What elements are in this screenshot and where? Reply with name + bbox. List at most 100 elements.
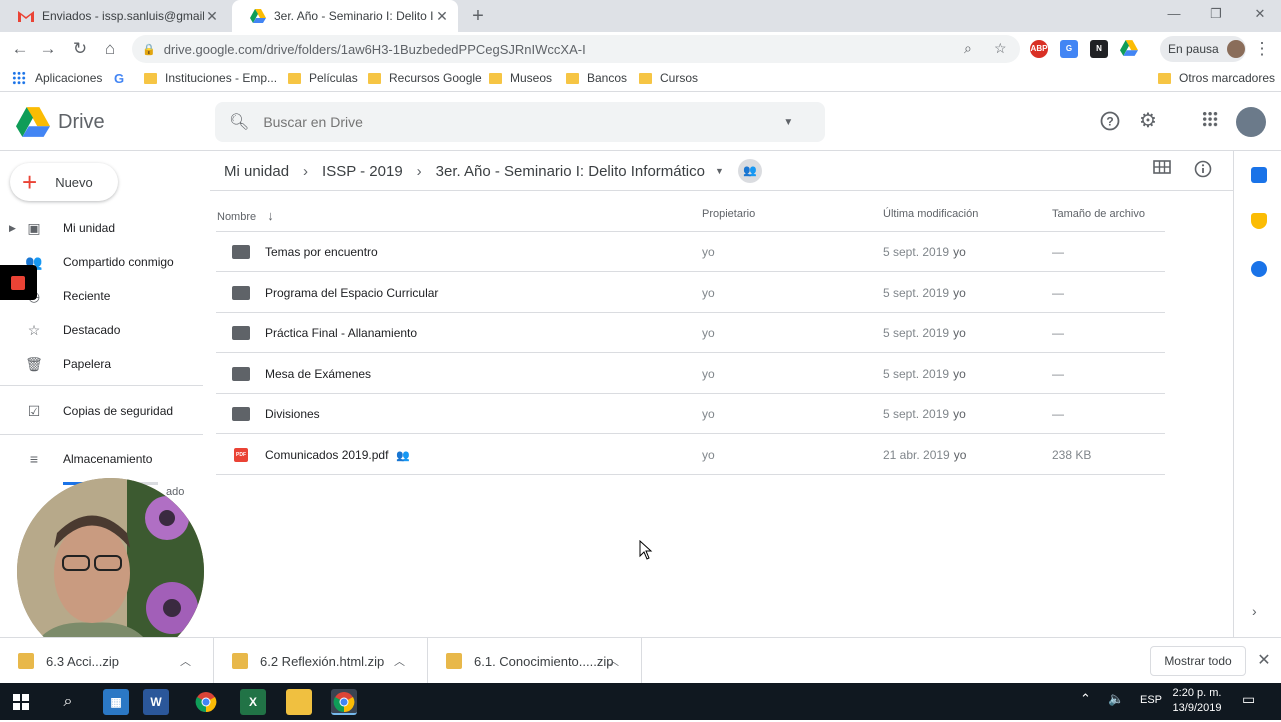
bookmark-item[interactable]: Recursos Google (368, 71, 482, 85)
tab-title: 3er. Año - Seminario I: Delito Informáti… (274, 9, 434, 23)
translate-icon[interactable]: G (1060, 40, 1078, 58)
tab-gmail[interactable]: Enviados - issp.sanluis@gmail.com ✕ (0, 0, 230, 32)
search-options-icon[interactable]: ▼ (783, 117, 793, 128)
calendar-icon[interactable] (1251, 167, 1267, 183)
mouse-cursor (639, 539, 653, 565)
gear-icon[interactable]: ⚙ (1136, 109, 1160, 133)
chevron-up-icon[interactable]: ︿ (394, 653, 405, 669)
breadcrumb-item[interactable]: Mi unidad (224, 163, 289, 180)
chevron-up-icon[interactable]: ︿ (180, 653, 191, 669)
bookmark-other[interactable]: Otros marcadores (1158, 71, 1275, 85)
back-icon[interactable]: ← (8, 37, 32, 61)
chevron-right-icon[interactable]: › (1252, 603, 1257, 619)
gmail-icon (18, 8, 34, 24)
info-icon[interactable] (1191, 160, 1215, 182)
file-name: Divisiones (265, 407, 320, 421)
excel-icon[interactable]: X (240, 689, 266, 715)
bookmark-item[interactable]: Bancos (566, 71, 627, 85)
tab-drive-active[interactable]: 3er. Año - Seminario I: Delito Informáti… (232, 0, 458, 32)
storage-icon: ≡ (29, 451, 39, 467)
clock[interactable]: 2:20 p. m. 13/9/2019 (1168, 686, 1226, 716)
forward-icon[interactable]: → (36, 37, 60, 61)
record-button[interactable] (0, 265, 37, 300)
word-icon[interactable]: W (143, 689, 169, 715)
reload-icon[interactable]: ↻ (68, 37, 92, 61)
time: 2:20 p. m. (1172, 687, 1222, 699)
table-row[interactable]: Divisiones yo 5 sept. 2019 yo — (216, 394, 1165, 434)
omnibox[interactable]: 🔒 drive.google.com/drive/folders/1aw6H3-… (132, 35, 1020, 63)
google-icon[interactable]: G (114, 71, 124, 86)
chevron-up-icon[interactable]: ︿ (608, 653, 619, 669)
sidebar-item-starred[interactable]: ☆ Destacado (0, 313, 205, 347)
table-row[interactable]: Mesa de Exámenes yo 5 sept. 2019 yo — (216, 354, 1165, 394)
grid-view-icon[interactable] (1150, 160, 1174, 182)
sidebar-item-my-drive[interactable]: ▣ Mi unidad (0, 211, 205, 245)
file-explorer-icon[interactable] (286, 689, 312, 715)
windows-start-icon[interactable] (8, 689, 34, 715)
column-header-modified: Última modificación (883, 208, 979, 220)
column-header-name[interactable]: Nombre ↓ (217, 208, 274, 223)
notifications-icon[interactable]: ▭ (1242, 691, 1255, 708)
download-item[interactable]: 6.2 Reflexión.html.zip ︿ (214, 638, 428, 684)
sidebar-item-trash[interactable]: 🗑 Papelera (0, 347, 205, 381)
apps-grid-icon[interactable] (1198, 111, 1222, 135)
taskbar-app-icon[interactable]: ▦ (103, 689, 129, 715)
close-icon[interactable]: ✕ (434, 8, 450, 25)
close-icon[interactable]: ✕ (1255, 650, 1273, 670)
sidebar-item-storage[interactable]: ≡ Almacenamiento (0, 442, 205, 476)
search-icon[interactable]: 🔍︎ (229, 112, 249, 132)
minimize-icon[interactable]: — (1162, 4, 1186, 24)
bookmark-item[interactable]: Cursos (639, 71, 698, 85)
zoom-icon[interactable]: ⌕ (964, 40, 972, 57)
bookmark-apps[interactable]: Aplicaciones (12, 71, 102, 85)
bookmark-item[interactable]: Películas (288, 71, 358, 85)
download-item[interactable]: 6.1. Conocimiento.....zip ︿ (428, 638, 642, 684)
keep-icon[interactable] (1251, 213, 1267, 229)
chevron-up-icon[interactable]: ⌃ (1080, 691, 1091, 707)
new-button[interactable]: + Nuevo (10, 163, 118, 201)
star-icon[interactable]: ☆ (994, 40, 1007, 57)
file-modified: 5 sept. 2019 yo (883, 285, 966, 300)
breadcrumb-item[interactable]: ISSP - 2019 (322, 163, 403, 180)
search-input[interactable] (263, 114, 784, 130)
drive-extension-icon[interactable] (1120, 40, 1138, 58)
chevron-down-icon[interactable]: ▼ (715, 166, 724, 176)
file-name: Temas por encuentro (265, 245, 378, 259)
file-modified: 5 sept. 2019 yo (883, 407, 966, 421)
chrome-active-icon[interactable] (331, 689, 357, 715)
close-icon[interactable]: ✕ (204, 8, 220, 25)
chrome-icon[interactable] (193, 689, 219, 715)
sidebar-item-backups[interactable]: ☑ Copias de seguridad (0, 394, 205, 428)
table-row[interactable]: PDF Comunicados 2019.pdf 👥 yo 21 abr. 2019 yo… (216, 435, 1165, 475)
tasks-icon[interactable] (1251, 261, 1267, 277)
show-all-button[interactable]: Mostrar todo (1150, 646, 1246, 676)
sort-arrow-icon[interactable]: ↓ (267, 208, 274, 223)
lock-icon: 🔒 (142, 43, 156, 56)
menu-dots-icon[interactable]: ⋮ (1250, 37, 1274, 61)
avatar[interactable] (1236, 107, 1266, 137)
shared-folder-icon[interactable]: 👥 (737, 159, 762, 183)
new-tab-button[interactable]: + (468, 4, 488, 28)
search-icon[interactable]: ⌕ (55, 689, 81, 715)
bookmark-item[interactable]: Museos (489, 71, 552, 85)
maximize-icon[interactable]: ❐ (1204, 4, 1228, 24)
home-icon[interactable]: ⌂ (98, 37, 122, 61)
search-box[interactable]: 🔍︎ ▼ (215, 102, 825, 142)
adblock-icon[interactable]: ABP (1030, 40, 1048, 58)
bookmark-item[interactable]: Instituciones - Emp... (144, 71, 277, 85)
column-header-owner: Propietario (702, 208, 756, 220)
language-indicator[interactable]: ESP (1140, 694, 1162, 706)
profile-paused-button[interactable]: En pausa (1160, 36, 1246, 62)
table-row[interactable]: Práctica Final - Allanamiento yo 5 sept. 2… (216, 313, 1165, 353)
notion-icon[interactable]: N (1090, 40, 1108, 58)
folder-shared-icon (232, 407, 250, 421)
download-item[interactable]: 6.3 Acci...zip ︿ (0, 638, 214, 684)
breadcrumb-current[interactable]: 3er. Año - Seminario I: Delito Informáti… (436, 163, 705, 180)
help-icon[interactable]: ? (1098, 111, 1122, 135)
table-row[interactable]: Temas por encuentro yo 5 sept. 2019 yo — (216, 232, 1165, 272)
window-close-icon[interactable]: ✕ (1248, 4, 1272, 24)
table-row[interactable]: Programa del Espacio Curricular yo 5 sept.… (216, 273, 1165, 313)
volume-icon[interactable]: 🔈 (1108, 691, 1124, 707)
drive-logo[interactable]: Drive (16, 107, 105, 137)
file-modified: 21 abr. 2019 yo (883, 447, 967, 462)
